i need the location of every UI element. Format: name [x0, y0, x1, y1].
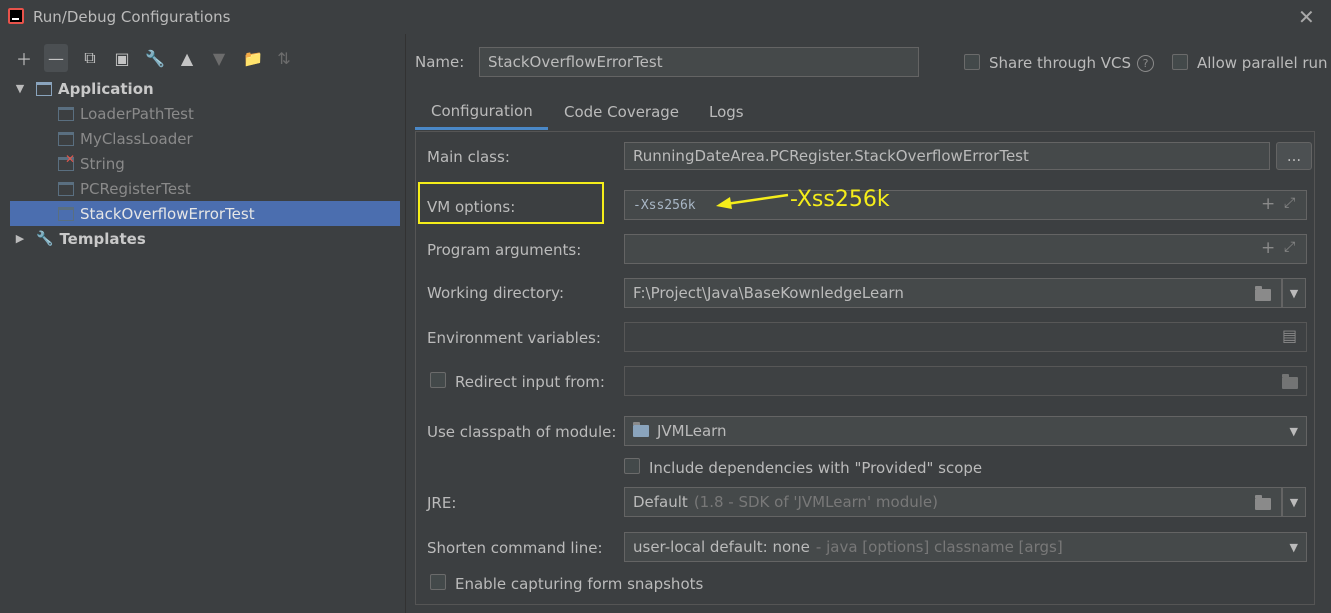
- redirect-input-field[interactable]: [624, 366, 1307, 396]
- close-icon[interactable]: ✕: [1298, 5, 1315, 29]
- tree-config-item[interactable]: PCRegisterTest: [10, 176, 400, 201]
- add-icon[interactable]: +: [1261, 194, 1275, 214]
- share-vcs-checkbox[interactable]: [964, 54, 980, 70]
- vm-options-label: VM options:: [427, 198, 516, 216]
- shorten-select[interactable]: user-local default: none - java [options…: [624, 532, 1307, 562]
- tree-config-label: MyClassLoader: [80, 129, 193, 148]
- tree-config-item[interactable]: ✕ String: [10, 151, 400, 176]
- include-deps-label: Include dependencies with "Provided" sco…: [649, 459, 983, 477]
- share-vcs-label: Share through VCS: [989, 54, 1132, 72]
- chevron-down-icon: ▼: [1289, 424, 1298, 438]
- classpath-module-value: JVMLearn: [657, 422, 727, 440]
- config-error-icon: ✕: [58, 152, 75, 171]
- tree-node-templates[interactable]: ▶ 🔧 Templates: [10, 226, 400, 251]
- add-icon[interactable]: ＋: [12, 44, 36, 72]
- tree-templates-label: Templates: [59, 229, 146, 248]
- intellij-logo-icon: [8, 8, 24, 24]
- chevron-down-icon: ▼: [1289, 540, 1298, 554]
- include-deps-checkbox[interactable]: [624, 458, 640, 474]
- program-args-label: Program arguments:: [427, 241, 582, 259]
- title-bar: Run/Debug Configurations ✕: [0, 0, 1331, 34]
- tree-config-label: StackOverflowErrorTest: [80, 204, 255, 223]
- expand-icon[interactable]: ⤢: [1284, 195, 1295, 211]
- chevron-down-icon[interactable]: ▼: [1282, 487, 1306, 517]
- tree-config-label: String: [80, 154, 125, 173]
- capture-snapshots-label: Enable capturing form snapshots: [455, 575, 704, 593]
- move-down-icon[interactable]: ▼: [207, 44, 231, 72]
- save-icon[interactable]: ▣: [110, 44, 134, 72]
- expand-icon[interactable]: ⤢: [1284, 239, 1295, 255]
- redirect-input-label: Redirect input from:: [455, 373, 605, 391]
- jre-label: JRE:: [427, 494, 457, 512]
- tree-config-item[interactable]: MyClassLoader: [10, 126, 400, 151]
- config-icon: [58, 131, 74, 146]
- config-icon: [58, 206, 74, 221]
- folder-icon[interactable]: [1255, 286, 1271, 301]
- capture-snapshots-checkbox[interactable]: [430, 574, 446, 590]
- jre-input[interactable]: Default (1.8 - SDK of 'JVMLearn' module): [624, 487, 1282, 517]
- redirect-input-checkbox[interactable]: [430, 372, 446, 388]
- tree-config-label: LoaderPathTest: [80, 104, 194, 123]
- name-input[interactable]: StackOverflowErrorTest: [479, 47, 919, 77]
- config-icon: [58, 106, 74, 121]
- annotation-text: -Xss256k: [790, 187, 890, 212]
- tree-config-item[interactable]: LoaderPathTest: [10, 101, 400, 126]
- configuration-tree: ▼ Application LoaderPathTest MyClassLoad…: [10, 76, 400, 604]
- working-dir-input[interactable]: F:\Project\Java\BaseKownledgeLearn: [624, 278, 1282, 308]
- shorten-label: Shorten command line:: [427, 539, 603, 557]
- env-vars-input[interactable]: [624, 322, 1307, 352]
- main-class-label: Main class:: [427, 148, 510, 166]
- browse-main-class-button[interactable]: ...: [1276, 142, 1312, 170]
- env-vars-label: Environment variables:: [427, 329, 601, 347]
- name-label: Name:: [415, 53, 465, 71]
- sort-icon[interactable]: ⇅: [272, 44, 296, 72]
- annotation-arrow-icon: [716, 193, 789, 209]
- program-args-input[interactable]: [624, 234, 1307, 264]
- working-dir-label: Working directory:: [427, 284, 565, 302]
- help-icon[interactable]: ?: [1137, 55, 1154, 72]
- document-icon[interactable]: ▤: [1282, 326, 1297, 345]
- application-icon: [36, 81, 52, 96]
- tree-config-label: PCRegisterTest: [80, 179, 191, 198]
- allow-parallel-label: Allow parallel run: [1197, 54, 1328, 72]
- collapse-triangle-icon[interactable]: ▶: [14, 232, 26, 245]
- wrench-icon[interactable]: 🔧: [143, 44, 167, 72]
- tree-node-application[interactable]: ▼ Application: [10, 76, 400, 101]
- jre-hint: (1.8 - SDK of 'JVMLearn' module): [693, 493, 939, 511]
- move-up-icon[interactable]: ▲: [175, 44, 199, 72]
- tab-logs[interactable]: Logs: [693, 94, 760, 130]
- classpath-module-select[interactable]: JVMLearn ▼: [624, 416, 1307, 446]
- window-title: Run/Debug Configurations: [33, 8, 231, 26]
- new-folder-icon[interactable]: 📁: [241, 44, 265, 72]
- allow-parallel-checkbox[interactable]: [1172, 54, 1188, 70]
- classpath-label: Use classpath of module:: [427, 423, 617, 441]
- remove-icon[interactable]: —: [44, 44, 68, 72]
- folder-icon[interactable]: [1255, 495, 1271, 510]
- vm-options-value: -Xss256k: [633, 197, 696, 213]
- config-icon: [58, 181, 74, 196]
- shorten-value: user-local default: none: [633, 538, 810, 556]
- module-icon: [633, 422, 649, 437]
- tab-code-coverage[interactable]: Code Coverage: [548, 94, 695, 130]
- copy-icon[interactable]: ⧉: [78, 44, 102, 72]
- expand-triangle-icon[interactable]: ▼: [14, 82, 26, 95]
- main-class-input[interactable]: RunningDateArea.PCRegister.StackOverflow…: [624, 142, 1270, 170]
- wrench-icon: 🔧: [36, 230, 54, 247]
- jre-value: Default: [633, 493, 688, 511]
- tree-application-label: Application: [58, 79, 154, 98]
- add-icon[interactable]: +: [1261, 238, 1275, 258]
- tab-configuration[interactable]: Configuration: [415, 94, 548, 130]
- folder-icon[interactable]: [1282, 374, 1298, 389]
- shorten-hint: - java [options] classname [args]: [815, 538, 1063, 556]
- chevron-down-icon[interactable]: ▼: [1282, 278, 1306, 308]
- tree-config-item-selected[interactable]: StackOverflowErrorTest: [10, 201, 400, 226]
- split-divider[interactable]: [405, 34, 406, 613]
